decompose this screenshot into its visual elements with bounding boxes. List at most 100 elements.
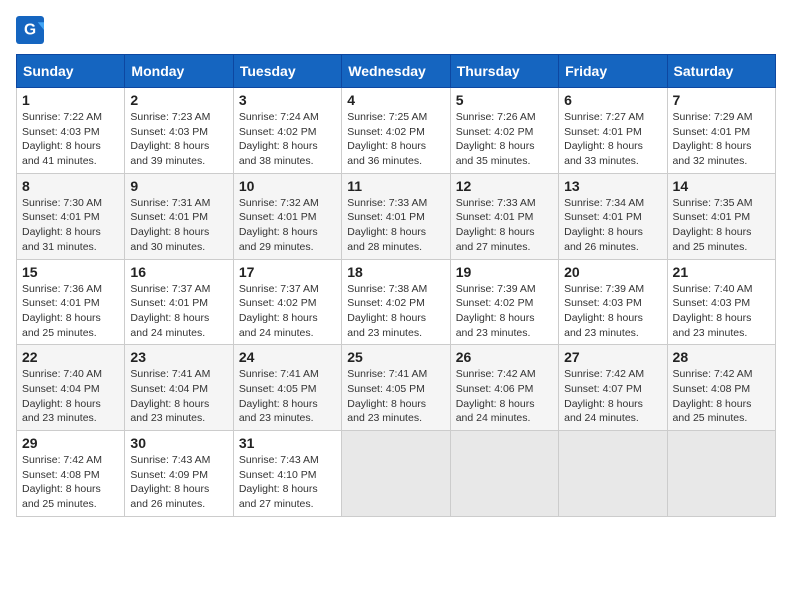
weekday-header-wednesday: Wednesday bbox=[342, 55, 450, 88]
weekday-header-sunday: Sunday bbox=[17, 55, 125, 88]
day-number: 24 bbox=[239, 349, 336, 365]
calendar-cell: 25 Sunrise: 7:41 AMSunset: 4:05 PMDaylig… bbox=[342, 345, 450, 431]
weekday-header-row: SundayMondayTuesdayWednesdayThursdayFrid… bbox=[17, 55, 776, 88]
week-row-3: 15 Sunrise: 7:36 AMSunset: 4:01 PMDaylig… bbox=[17, 259, 776, 345]
day-number: 28 bbox=[673, 349, 770, 365]
calendar-cell bbox=[450, 431, 558, 517]
day-info: Sunrise: 7:43 AMSunset: 4:10 PMDaylight:… bbox=[239, 454, 319, 510]
day-number: 27 bbox=[564, 349, 661, 365]
day-info: Sunrise: 7:25 AMSunset: 4:02 PMDaylight:… bbox=[347, 111, 427, 167]
day-number: 26 bbox=[456, 349, 553, 365]
calendar-cell: 16 Sunrise: 7:37 AMSunset: 4:01 PMDaylig… bbox=[125, 259, 233, 345]
day-info: Sunrise: 7:40 AMSunset: 4:04 PMDaylight:… bbox=[22, 368, 102, 424]
calendar-cell: 20 Sunrise: 7:39 AMSunset: 4:03 PMDaylig… bbox=[559, 259, 667, 345]
day-info: Sunrise: 7:42 AMSunset: 4:07 PMDaylight:… bbox=[564, 368, 644, 424]
day-info: Sunrise: 7:36 AMSunset: 4:01 PMDaylight:… bbox=[22, 283, 102, 339]
day-info: Sunrise: 7:37 AMSunset: 4:02 PMDaylight:… bbox=[239, 283, 319, 339]
day-number: 22 bbox=[22, 349, 119, 365]
day-info: Sunrise: 7:39 AMSunset: 4:02 PMDaylight:… bbox=[456, 283, 536, 339]
week-row-5: 29 Sunrise: 7:42 AMSunset: 4:08 PMDaylig… bbox=[17, 431, 776, 517]
day-number: 14 bbox=[673, 178, 770, 194]
weekday-header-thursday: Thursday bbox=[450, 55, 558, 88]
day-info: Sunrise: 7:43 AMSunset: 4:09 PMDaylight:… bbox=[130, 454, 210, 510]
weekday-header-monday: Monday bbox=[125, 55, 233, 88]
calendar-cell: 1 Sunrise: 7:22 AMSunset: 4:03 PMDayligh… bbox=[17, 88, 125, 174]
day-info: Sunrise: 7:24 AMSunset: 4:02 PMDaylight:… bbox=[239, 111, 319, 167]
svg-text:G: G bbox=[24, 22, 36, 39]
calendar-cell: 27 Sunrise: 7:42 AMSunset: 4:07 PMDaylig… bbox=[559, 345, 667, 431]
day-number: 5 bbox=[456, 92, 553, 108]
calendar-cell: 15 Sunrise: 7:36 AMSunset: 4:01 PMDaylig… bbox=[17, 259, 125, 345]
day-info: Sunrise: 7:34 AMSunset: 4:01 PMDaylight:… bbox=[564, 197, 644, 253]
day-info: Sunrise: 7:41 AMSunset: 4:04 PMDaylight:… bbox=[130, 368, 210, 424]
day-number: 31 bbox=[239, 435, 336, 451]
calendar-cell: 29 Sunrise: 7:42 AMSunset: 4:08 PMDaylig… bbox=[17, 431, 125, 517]
calendar-cell: 24 Sunrise: 7:41 AMSunset: 4:05 PMDaylig… bbox=[233, 345, 341, 431]
calendar-cell: 12 Sunrise: 7:33 AMSunset: 4:01 PMDaylig… bbox=[450, 173, 558, 259]
calendar-cell: 30 Sunrise: 7:43 AMSunset: 4:09 PMDaylig… bbox=[125, 431, 233, 517]
day-number: 12 bbox=[456, 178, 553, 194]
calendar-cell: 28 Sunrise: 7:42 AMSunset: 4:08 PMDaylig… bbox=[667, 345, 775, 431]
calendar-cell: 9 Sunrise: 7:31 AMSunset: 4:01 PMDayligh… bbox=[125, 173, 233, 259]
day-info: Sunrise: 7:26 AMSunset: 4:02 PMDaylight:… bbox=[456, 111, 536, 167]
weekday-header-tuesday: Tuesday bbox=[233, 55, 341, 88]
day-number: 29 bbox=[22, 435, 119, 451]
calendar-cell: 19 Sunrise: 7:39 AMSunset: 4:02 PMDaylig… bbox=[450, 259, 558, 345]
day-number: 13 bbox=[564, 178, 661, 194]
calendar-cell: 4 Sunrise: 7:25 AMSunset: 4:02 PMDayligh… bbox=[342, 88, 450, 174]
calendar-cell: 13 Sunrise: 7:34 AMSunset: 4:01 PMDaylig… bbox=[559, 173, 667, 259]
calendar-cell: 17 Sunrise: 7:37 AMSunset: 4:02 PMDaylig… bbox=[233, 259, 341, 345]
calendar-cell: 2 Sunrise: 7:23 AMSunset: 4:03 PMDayligh… bbox=[125, 88, 233, 174]
day-number: 11 bbox=[347, 178, 444, 194]
calendar-cell: 18 Sunrise: 7:38 AMSunset: 4:02 PMDaylig… bbox=[342, 259, 450, 345]
day-info: Sunrise: 7:42 AMSunset: 4:08 PMDaylight:… bbox=[22, 454, 102, 510]
week-row-4: 22 Sunrise: 7:40 AMSunset: 4:04 PMDaylig… bbox=[17, 345, 776, 431]
calendar-cell: 11 Sunrise: 7:33 AMSunset: 4:01 PMDaylig… bbox=[342, 173, 450, 259]
day-number: 23 bbox=[130, 349, 227, 365]
calendar-cell: 8 Sunrise: 7:30 AMSunset: 4:01 PMDayligh… bbox=[17, 173, 125, 259]
day-number: 30 bbox=[130, 435, 227, 451]
calendar-cell: 3 Sunrise: 7:24 AMSunset: 4:02 PMDayligh… bbox=[233, 88, 341, 174]
day-number: 3 bbox=[239, 92, 336, 108]
day-number: 1 bbox=[22, 92, 119, 108]
calendar-cell bbox=[342, 431, 450, 517]
day-info: Sunrise: 7:30 AMSunset: 4:01 PMDaylight:… bbox=[22, 197, 102, 253]
calendar-cell: 14 Sunrise: 7:35 AMSunset: 4:01 PMDaylig… bbox=[667, 173, 775, 259]
day-info: Sunrise: 7:41 AMSunset: 4:05 PMDaylight:… bbox=[239, 368, 319, 424]
day-number: 17 bbox=[239, 264, 336, 280]
day-info: Sunrise: 7:31 AMSunset: 4:01 PMDaylight:… bbox=[130, 197, 210, 253]
day-info: Sunrise: 7:35 AMSunset: 4:01 PMDaylight:… bbox=[673, 197, 753, 253]
calendar-cell: 6 Sunrise: 7:27 AMSunset: 4:01 PMDayligh… bbox=[559, 88, 667, 174]
day-info: Sunrise: 7:23 AMSunset: 4:03 PMDaylight:… bbox=[130, 111, 210, 167]
day-number: 2 bbox=[130, 92, 227, 108]
day-info: Sunrise: 7:33 AMSunset: 4:01 PMDaylight:… bbox=[347, 197, 427, 253]
calendar-cell: 5 Sunrise: 7:26 AMSunset: 4:02 PMDayligh… bbox=[450, 88, 558, 174]
calendar-table: SundayMondayTuesdayWednesdayThursdayFrid… bbox=[16, 54, 776, 517]
calendar-cell: 21 Sunrise: 7:40 AMSunset: 4:03 PMDaylig… bbox=[667, 259, 775, 345]
page-header: G bbox=[16, 16, 776, 44]
day-info: Sunrise: 7:33 AMSunset: 4:01 PMDaylight:… bbox=[456, 197, 536, 253]
weekday-header-friday: Friday bbox=[559, 55, 667, 88]
day-number: 4 bbox=[347, 92, 444, 108]
logo: G bbox=[16, 16, 48, 44]
day-info: Sunrise: 7:42 AMSunset: 4:06 PMDaylight:… bbox=[456, 368, 536, 424]
day-number: 15 bbox=[22, 264, 119, 280]
day-info: Sunrise: 7:32 AMSunset: 4:01 PMDaylight:… bbox=[239, 197, 319, 253]
day-number: 9 bbox=[130, 178, 227, 194]
day-number: 8 bbox=[22, 178, 119, 194]
calendar-cell bbox=[667, 431, 775, 517]
calendar-cell: 23 Sunrise: 7:41 AMSunset: 4:04 PMDaylig… bbox=[125, 345, 233, 431]
day-number: 20 bbox=[564, 264, 661, 280]
calendar-cell: 31 Sunrise: 7:43 AMSunset: 4:10 PMDaylig… bbox=[233, 431, 341, 517]
day-number: 21 bbox=[673, 264, 770, 280]
day-number: 25 bbox=[347, 349, 444, 365]
day-number: 6 bbox=[564, 92, 661, 108]
day-info: Sunrise: 7:40 AMSunset: 4:03 PMDaylight:… bbox=[673, 283, 753, 339]
week-row-2: 8 Sunrise: 7:30 AMSunset: 4:01 PMDayligh… bbox=[17, 173, 776, 259]
day-number: 7 bbox=[673, 92, 770, 108]
day-info: Sunrise: 7:38 AMSunset: 4:02 PMDaylight:… bbox=[347, 283, 427, 339]
calendar-cell: 7 Sunrise: 7:29 AMSunset: 4:01 PMDayligh… bbox=[667, 88, 775, 174]
day-number: 18 bbox=[347, 264, 444, 280]
day-info: Sunrise: 7:27 AMSunset: 4:01 PMDaylight:… bbox=[564, 111, 644, 167]
calendar-cell bbox=[559, 431, 667, 517]
